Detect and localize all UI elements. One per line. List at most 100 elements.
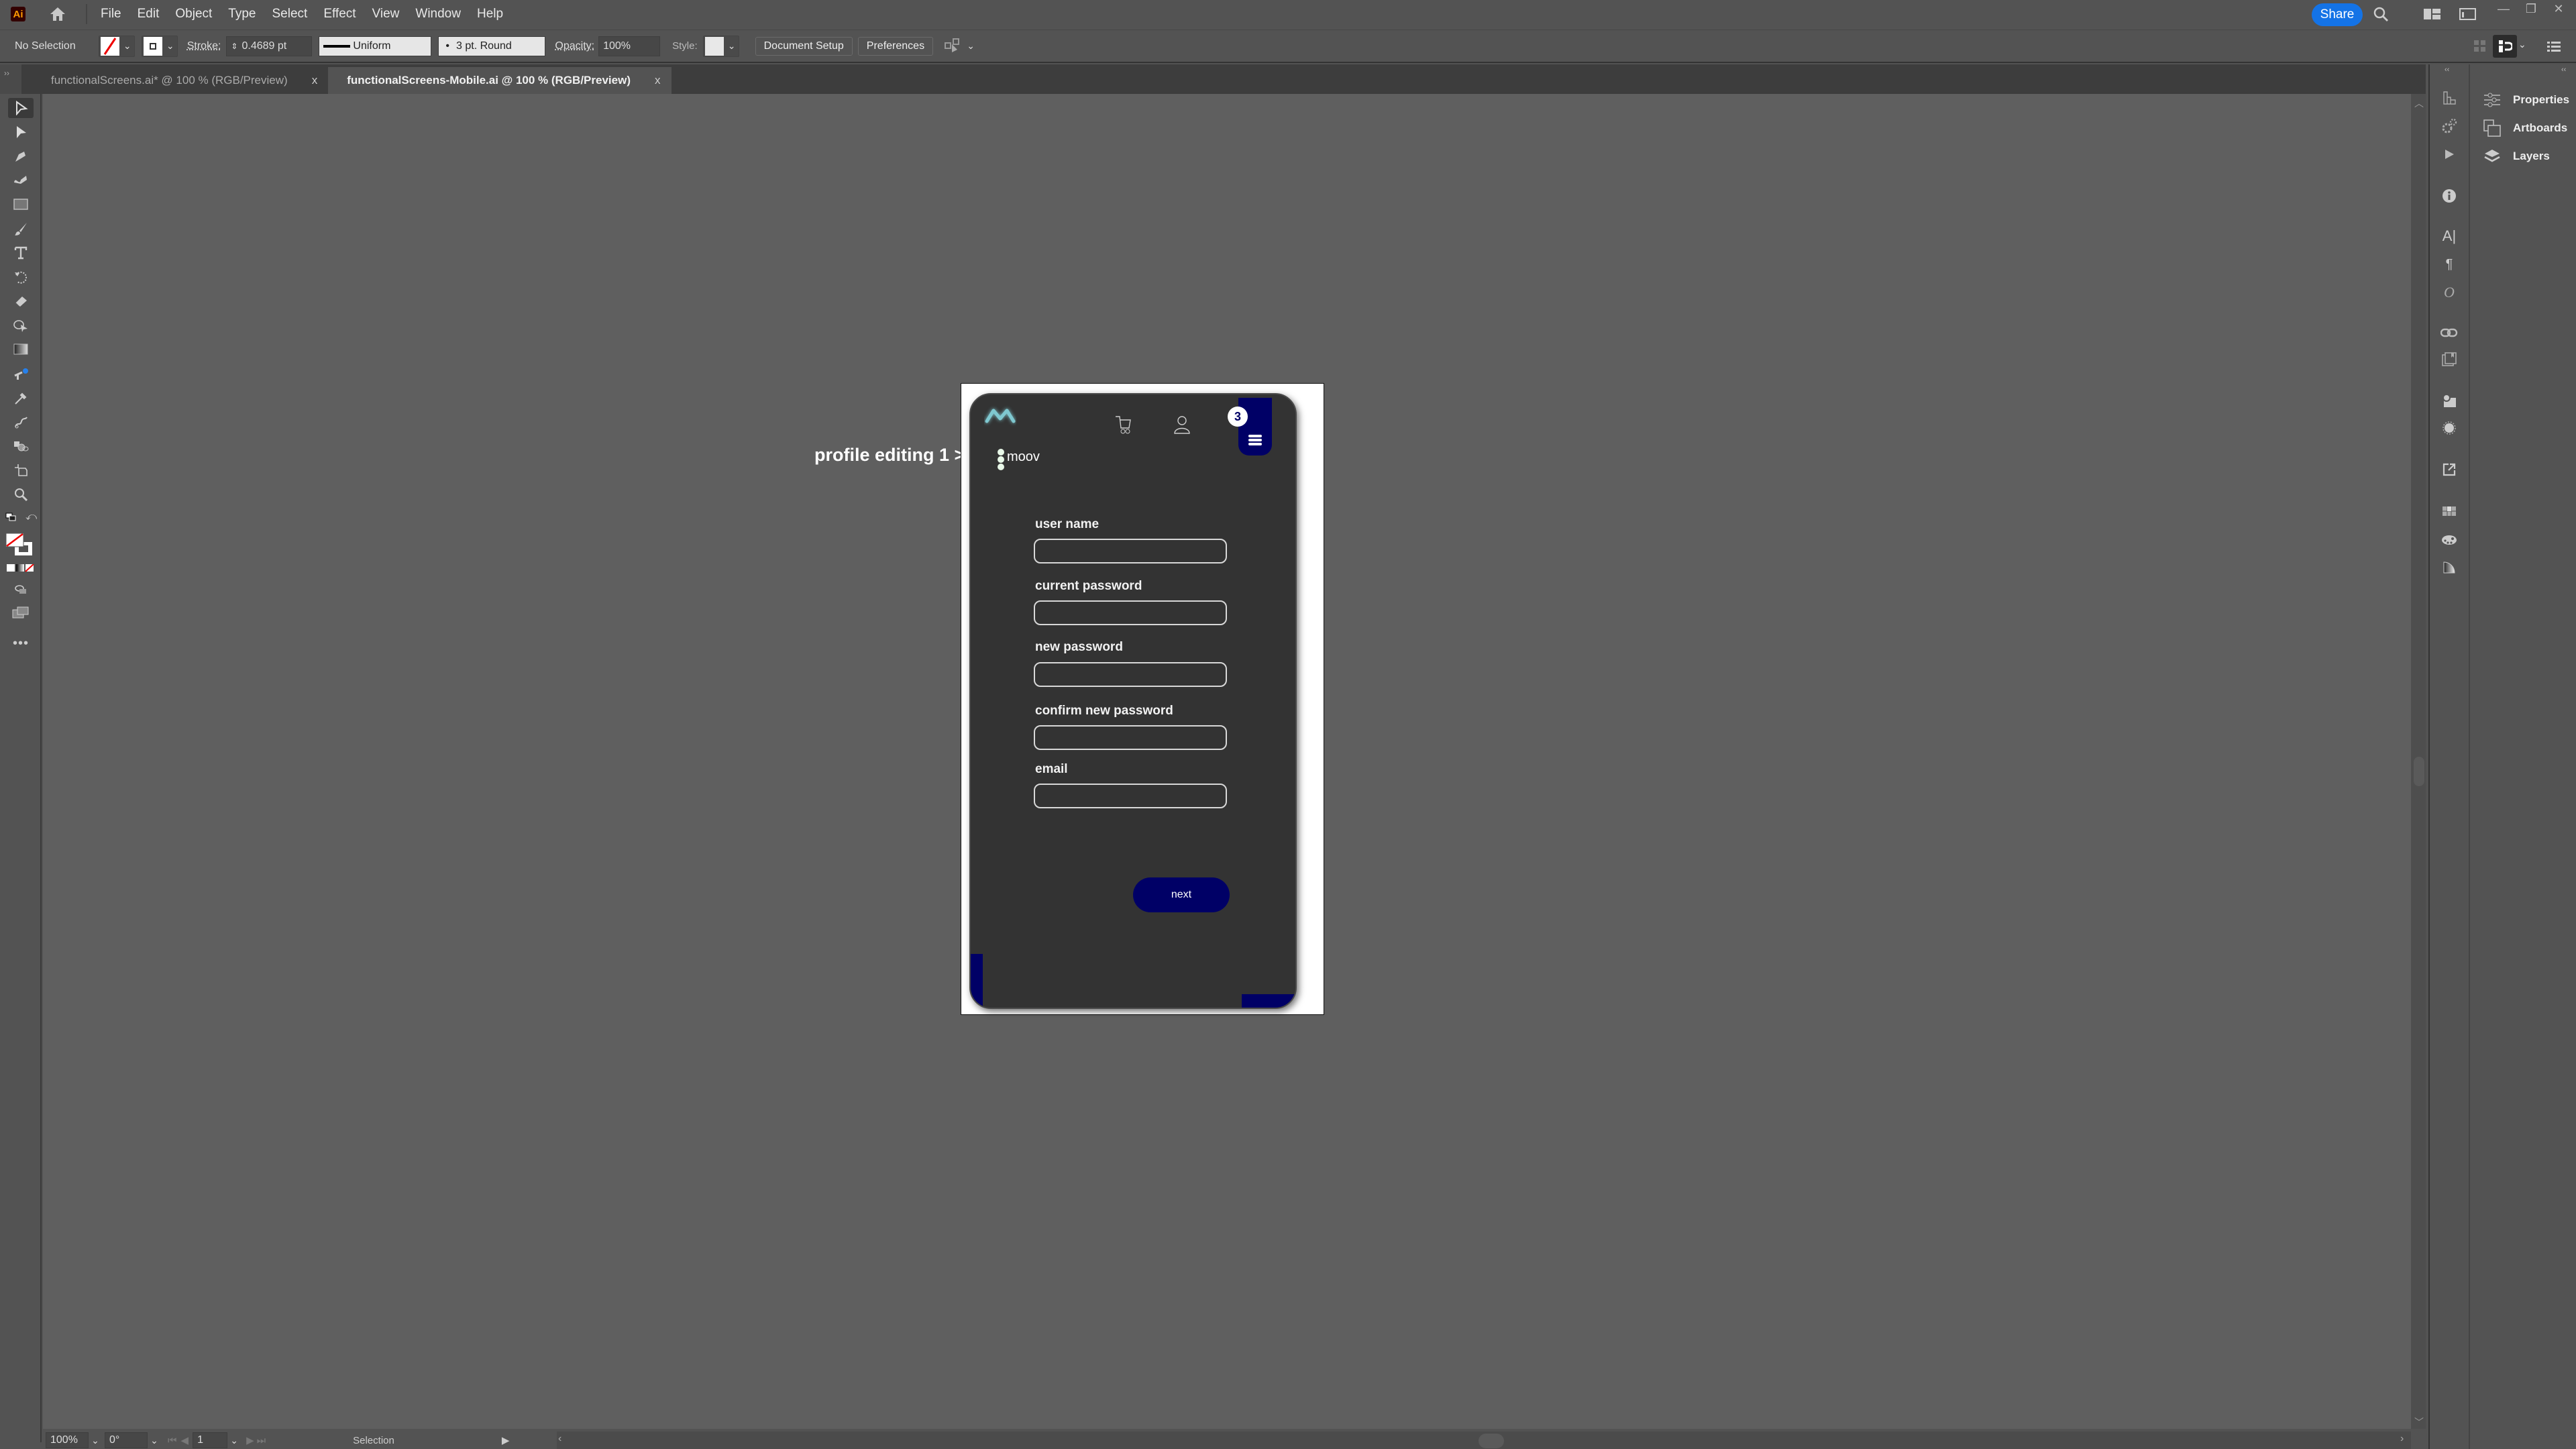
minimize-icon[interactable]: —	[2490, 0, 2517, 17]
panel-tab-artboards[interactable]: Artboards	[2482, 119, 2567, 137]
next-artboard-icon[interactable]: ▶	[246, 1434, 254, 1446]
tab-functional-screens[interactable]: functionalScreens.ai* @ 100 % (RGB/Previ…	[21, 67, 328, 94]
align-panel-icon[interactable]	[2436, 87, 2462, 109]
menu-type[interactable]: Type	[228, 7, 256, 21]
draw-mode-icon[interactable]	[8, 580, 34, 600]
more-tools-icon[interactable]: •••	[8, 633, 34, 653]
collapse-toolbar-icon[interactable]: ››	[0, 64, 21, 94]
default-colors-icon[interactable]	[5, 513, 17, 522]
eraser-tool-icon[interactable]	[8, 291, 34, 311]
symbol-sprayer-tool-icon[interactable]	[8, 436, 34, 456]
status-menu-icon[interactable]: ▶	[502, 1434, 510, 1446]
actions-gear-icon[interactable]	[2436, 115, 2462, 137]
arrange-icon[interactable]	[944, 38, 964, 55]
rotate-tool-icon[interactable]	[8, 267, 34, 287]
stroke-label[interactable]: Stroke:	[187, 40, 221, 52]
home-icon[interactable]	[48, 5, 67, 23]
snap-icon[interactable]	[2493, 35, 2517, 58]
workspace-icon[interactable]	[2423, 5, 2442, 23]
fill-swatch[interactable]: ⌄	[98, 35, 135, 57]
export-icon[interactable]	[2436, 459, 2462, 480]
chevron-down-icon[interactable]: ⌄	[227, 1435, 241, 1446]
user-profile-icon[interactable]	[1173, 415, 1191, 435]
libraries-icon[interactable]	[2436, 349, 2462, 370]
fill-stroke-icon[interactable]	[5, 533, 35, 558]
share-button[interactable]: Share	[2312, 3, 2363, 26]
character-icon[interactable]: A|	[2436, 225, 2462, 247]
horizontal-scroll-thumb[interactable]	[1479, 1434, 1504, 1448]
menu-object[interactable]: Object	[175, 7, 212, 21]
stroke-swatch[interactable]: ⌄	[141, 35, 178, 57]
scroll-down-icon[interactable]: ﹀	[2414, 1415, 2424, 1429]
artboard[interactable]: moov 3 user name current password new pa…	[961, 383, 1324, 1015]
current-password-input[interactable]	[1034, 600, 1227, 625]
hamburger-menu-button[interactable]	[1238, 398, 1272, 455]
opentype-icon[interactable]: O	[2436, 282, 2462, 303]
opacity-field[interactable]: 100%	[598, 36, 661, 56]
menu-select[interactable]: Select	[272, 7, 308, 21]
swatches-icon[interactable]	[2436, 500, 2462, 522]
panel-tab-layers[interactable]: Layers	[2482, 148, 2550, 165]
scroll-right-icon[interactable]: ›	[2400, 1433, 2404, 1445]
menu-effect[interactable]: Effect	[323, 7, 356, 21]
gradient-tool-icon[interactable]	[8, 339, 34, 360]
rotation-field[interactable]: 0°	[105, 1432, 148, 1448]
brush-select[interactable]: • 3 pt. Round	[438, 36, 546, 56]
menu-window[interactable]: Window	[415, 7, 461, 21]
panel-tab-properties[interactable]: Properties	[2482, 91, 2569, 109]
color-mode-icons[interactable]	[7, 564, 35, 572]
selection-tool-icon[interactable]	[8, 98, 34, 118]
stroke-weight-field[interactable]: ⇕ 0.4689 pt	[226, 36, 313, 56]
next-button[interactable]: next	[1133, 877, 1230, 912]
collapse-panel-icon[interactable]: ‹‹	[2561, 66, 2566, 74]
rectangle-tool-icon[interactable]	[8, 195, 34, 215]
paintbrush-tool-icon[interactable]	[8, 219, 34, 239]
shape-properties-icon[interactable]	[2436, 390, 2462, 412]
user-name-input[interactable]	[1034, 539, 1227, 564]
chevron-down-icon[interactable]: ⌄	[89, 1435, 102, 1446]
menu-edit[interactable]: Edit	[138, 7, 160, 21]
chevron-down-icon[interactable]: ⌄	[964, 40, 977, 52]
search-icon[interactable]	[2371, 5, 2390, 23]
links-icon[interactable]	[2436, 322, 2462, 343]
first-artboard-icon[interactable]: ⏮	[168, 1435, 177, 1446]
collapse-panel-icon[interactable]: ‹‹	[2445, 66, 2449, 74]
scroll-left-icon[interactable]: ‹	[558, 1433, 561, 1445]
curvature-tool-icon[interactable]	[8, 170, 34, 191]
vertical-scrollbar[interactable]: ︿ ﹀	[2411, 94, 2426, 1429]
new-password-input[interactable]	[1034, 662, 1227, 687]
preferences-button[interactable]: Preferences	[857, 36, 934, 56]
artboard-tool-icon[interactable]	[8, 460, 34, 480]
confirm-new-password-input[interactable]	[1034, 725, 1227, 750]
stroke-profile-select[interactable]: Uniform	[319, 36, 432, 56]
document-setup-button[interactable]: Document Setup	[755, 36, 853, 56]
cart-icon[interactable]	[1114, 415, 1133, 435]
zoom-level-field[interactable]: 100%	[46, 1432, 89, 1448]
close-tab-icon[interactable]: x	[655, 74, 661, 87]
gradient-panel-icon[interactable]	[2436, 557, 2462, 578]
panel-menu-icon[interactable]	[2546, 39, 2562, 54]
artboard-number-field[interactable]: 1	[193, 1432, 228, 1448]
swap-colors-icon[interactable]: ⤺	[25, 511, 38, 523]
menu-file[interactable]: File	[101, 7, 121, 21]
chevron-down-icon[interactable]: ⌄	[2518, 39, 2526, 50]
restore-icon[interactable]: ❐	[2518, 0, 2544, 17]
horizontal-scrollbar[interactable]: ‹ ›	[557, 1432, 2411, 1449]
grid-icon[interactable]	[2473, 39, 2487, 54]
eyedropper-tool-icon[interactable]	[8, 388, 34, 408]
scroll-up-icon[interactable]: ︿	[2414, 97, 2424, 110]
style-swatch[interactable]: ⌄	[702, 35, 739, 57]
opacity-label[interactable]: Opacity:	[555, 40, 594, 52]
appearance-icon[interactable]	[2436, 417, 2462, 439]
type-tool-icon[interactable]	[8, 243, 34, 263]
color-palette-icon[interactable]	[2436, 529, 2462, 550]
screen-mode-icon[interactable]	[8, 602, 34, 623]
last-artboard-icon[interactable]: ⏭	[257, 1435, 266, 1446]
vertical-scroll-thumb[interactable]	[2414, 757, 2424, 786]
menu-view[interactable]: View	[372, 7, 400, 21]
play-action-icon[interactable]	[2436, 144, 2462, 165]
tab-functional-screens-mobile[interactable]: functionalScreens-Mobile.ai @ 100 % (RGB…	[328, 67, 672, 94]
email-input[interactable]	[1034, 784, 1227, 808]
zoom-tool-icon[interactable]	[8, 484, 34, 504]
paragraph-icon[interactable]: ¶	[2436, 254, 2462, 275]
